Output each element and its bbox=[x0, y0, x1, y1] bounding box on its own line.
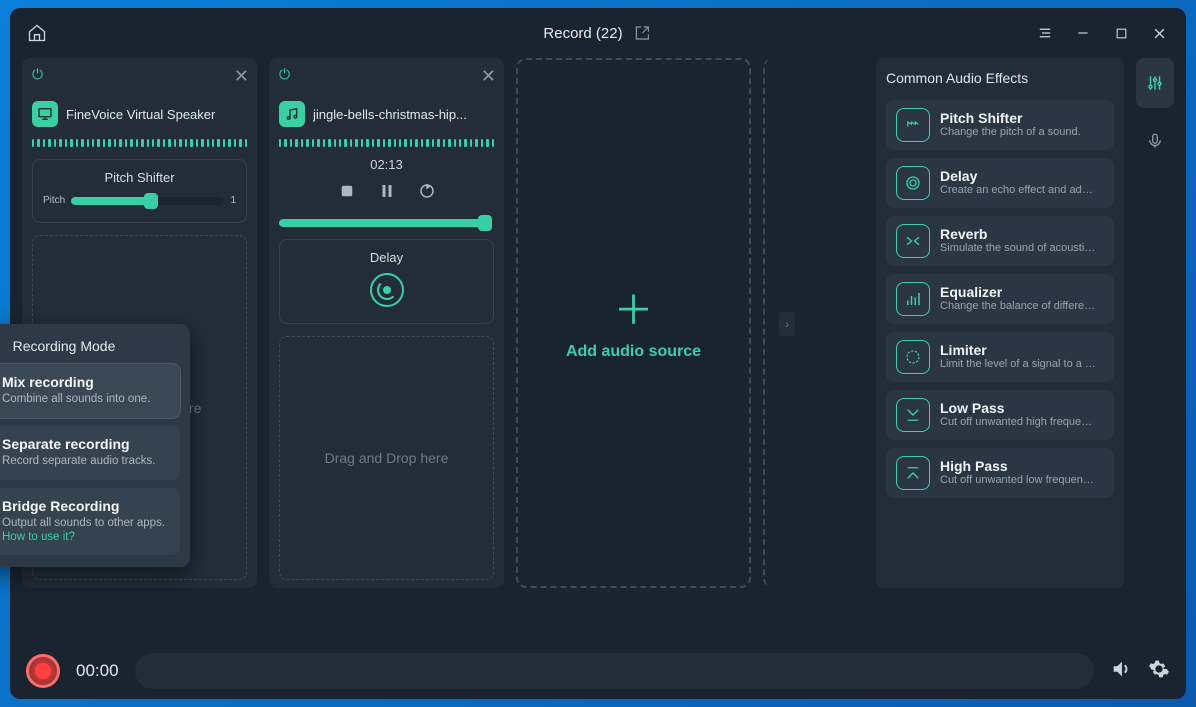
record-button[interactable] bbox=[26, 654, 60, 688]
effect-highpass[interactable]: High PassCut off unwanted low frequencie… bbox=[886, 448, 1114, 498]
effect-lowpass[interactable]: Low PassCut off unwanted high frequencie… bbox=[886, 390, 1114, 440]
effects-title: Common Audio Effects bbox=[886, 70, 1114, 86]
lowpass-icon bbox=[896, 398, 930, 432]
add-audio-source[interactable]: ＋ Add audio source bbox=[516, 58, 751, 588]
effect-delay[interactable]: DelayCreate an echo effect and add depth… bbox=[886, 158, 1114, 208]
menu-button[interactable] bbox=[1030, 18, 1060, 48]
home-button[interactable] bbox=[22, 18, 52, 48]
progress-slider[interactable] bbox=[279, 219, 494, 227]
window-minimize[interactable] bbox=[1068, 18, 1098, 48]
window-close[interactable] bbox=[1144, 18, 1174, 48]
source-name-1: FineVoice Virtual Speaker bbox=[66, 107, 215, 122]
reverb-icon bbox=[896, 224, 930, 258]
mode-mix[interactable]: Mix recordingCombine all sounds into one… bbox=[0, 364, 180, 418]
pitch-shifter-card: Pitch Shifter Pitch 1 bbox=[32, 159, 247, 223]
effect-pitch[interactable]: Pitch ShifterChange the pitch of a sound… bbox=[886, 100, 1114, 150]
source-name-2: jingle-bells-christmas-hip... bbox=[313, 107, 467, 122]
effect-eq[interactable]: EqualizerChange the balance of different… bbox=[886, 274, 1114, 324]
how-to-link[interactable]: How to use it? bbox=[2, 531, 75, 543]
stop-button[interactable] bbox=[338, 182, 356, 205]
collapsed-slot: › bbox=[763, 58, 785, 588]
level-meter-1 bbox=[32, 139, 247, 147]
window-maximize[interactable] bbox=[1106, 18, 1136, 48]
delay-icon bbox=[370, 273, 404, 307]
highpass-icon bbox=[896, 456, 930, 490]
record-waveform bbox=[135, 653, 1094, 689]
music-file-icon bbox=[279, 101, 305, 127]
record-time: 00:00 bbox=[76, 661, 119, 681]
drop-zone-2[interactable]: Drag and Drop here bbox=[279, 336, 494, 580]
power-icon[interactable]: ⏻ bbox=[279, 66, 494, 83]
effect-limiter[interactable]: LimiterLimit the level of a signal to a … bbox=[886, 332, 1114, 382]
delay-card: Delay bbox=[279, 239, 494, 324]
loop-button[interactable] bbox=[418, 182, 436, 205]
pitch-icon bbox=[896, 108, 930, 142]
volume-button[interactable] bbox=[1110, 658, 1132, 685]
page-title: Record (22) bbox=[543, 25, 622, 42]
plus-icon: ＋ bbox=[612, 285, 656, 329]
close-track-1[interactable]: ✕ bbox=[234, 66, 249, 87]
expand-chevron-icon[interactable]: › bbox=[779, 312, 795, 336]
power-icon[interactable]: ⏻ bbox=[32, 66, 247, 83]
delay-icon bbox=[896, 166, 930, 200]
monitor-icon bbox=[32, 101, 58, 127]
sliders-button[interactable] bbox=[1136, 58, 1174, 108]
pitch-slider[interactable] bbox=[71, 197, 224, 205]
limiter-icon bbox=[896, 340, 930, 374]
track-time: 02:13 bbox=[279, 157, 494, 172]
settings-button[interactable] bbox=[1148, 658, 1170, 685]
eq-icon bbox=[896, 282, 930, 316]
close-track-2[interactable]: ✕ bbox=[481, 66, 496, 87]
effect-reverb[interactable]: ReverbSimulate the sound of acoustic env… bbox=[886, 216, 1114, 266]
external-link-icon[interactable] bbox=[633, 23, 653, 43]
pause-button[interactable] bbox=[378, 182, 396, 205]
mode-bridge[interactable]: Bridge RecordingOutput all sounds to oth… bbox=[0, 488, 180, 555]
effects-panel: Common Audio Effects Pitch ShifterChange… bbox=[876, 58, 1124, 588]
mode-layers[interactable]: Separate recordingRecord separate audio … bbox=[0, 426, 180, 480]
level-meter-2 bbox=[279, 139, 494, 147]
audio-track-2: ⏻ ✕ jingle-bells-christmas-hip... 02:13 bbox=[269, 58, 504, 588]
microphone-button[interactable] bbox=[1136, 116, 1174, 166]
recording-mode-popup: Recording Mode Mix recordingCombine all … bbox=[0, 324, 190, 567]
